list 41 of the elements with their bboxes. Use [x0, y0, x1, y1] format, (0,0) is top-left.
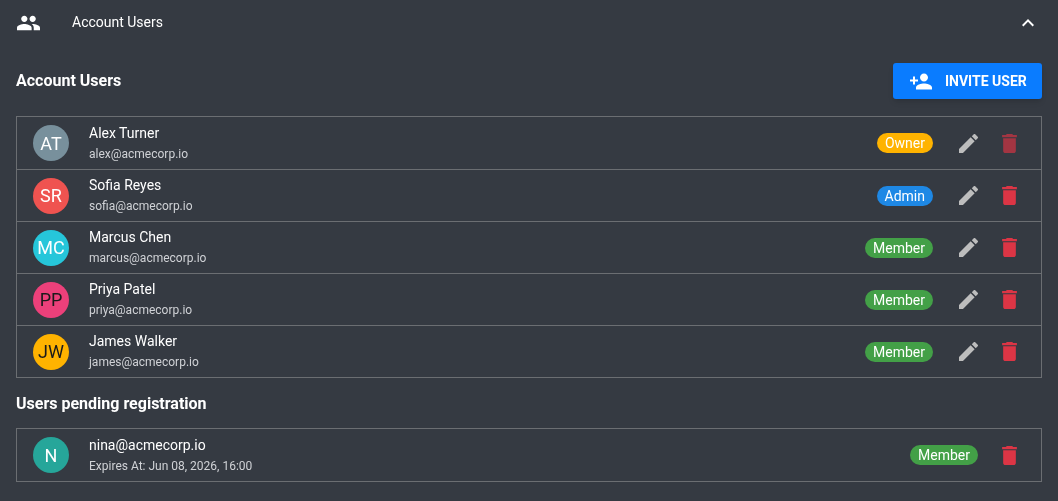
user-email: james@acmecorp.io	[89, 354, 199, 371]
user-name: Priya Patel	[89, 280, 157, 298]
role-badge: Member	[910, 445, 978, 465]
role-badge: Owner	[876, 133, 933, 153]
section-title: Account Users	[16, 70, 122, 92]
people-icon	[17, 14, 40, 31]
expiry-date: Expires At: Jun 08, 2026, 16:00	[89, 457, 253, 475]
user-name: Marcus Chen	[89, 228, 173, 246]
invite-user-button[interactable]: INVITE USER	[893, 63, 1042, 99]
user-name: James Walker	[89, 332, 179, 350]
user-name: Alex Turner	[89, 123, 161, 142]
pencil-icon[interactable]	[959, 290, 978, 309]
chevron-up-icon	[1022, 18, 1034, 27]
user-email: priya@acmecorp.io	[89, 302, 193, 319]
user-email: alex@acmecorp.io	[89, 145, 189, 163]
avatar: PP	[33, 281, 69, 318]
role-badge: Member	[865, 237, 933, 258]
avatar: AT	[33, 125, 69, 161]
role-badge: Member	[865, 341, 933, 362]
trash-icon[interactable]	[1002, 186, 1017, 205]
section-title: Users pending registration	[16, 394, 208, 414]
role-badge: Admin	[876, 185, 933, 206]
trash-icon[interactable]	[1002, 290, 1017, 309]
role-badge: Member	[865, 289, 933, 310]
trash-icon[interactable]	[1002, 342, 1017, 361]
user-email: nina@acmecorp.io	[89, 435, 207, 454]
pencil-icon[interactable]	[959, 186, 978, 205]
avatar: MC	[33, 229, 69, 266]
user-name: Sofia Reyes	[89, 176, 163, 194]
trash-icon[interactable]	[1002, 445, 1017, 465]
user-email: marcus@acmecorp.io	[89, 250, 207, 267]
avatar: SR	[33, 177, 69, 214]
pencil-icon[interactable]	[959, 342, 978, 361]
pencil-icon[interactable]	[959, 133, 978, 153]
pencil-icon[interactable]	[959, 238, 978, 257]
panel-title: Account Users	[72, 13, 163, 32]
user-email: sofia@acmecorp.io	[89, 198, 193, 215]
add-person-icon	[909, 72, 933, 90]
trash-icon[interactable]	[1002, 238, 1017, 257]
avatar: JW	[33, 333, 69, 370]
avatar: N	[33, 437, 69, 473]
